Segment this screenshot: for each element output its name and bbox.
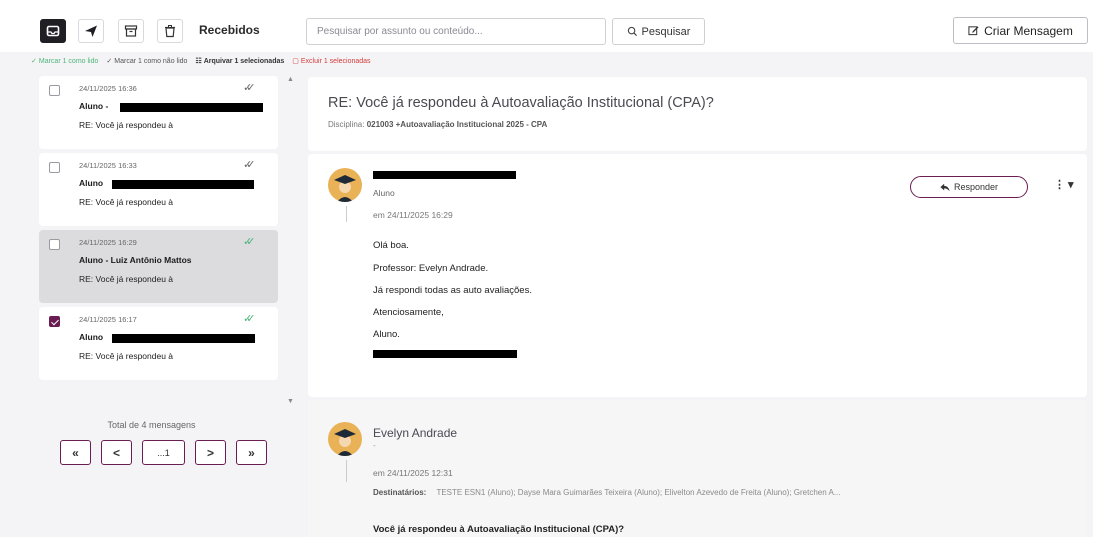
archive-icon — [124, 25, 138, 37]
recipients: Destinatários: TESTE ESN1 (Aluno); Dayse… — [373, 488, 840, 497]
check-icon: ✓ — [31, 58, 37, 65]
message-header: RE: Você já respondeu à Autoavaliação In… — [308, 77, 1087, 151]
trash-icon: ▢ — [292, 58, 299, 65]
search-icon — [627, 26, 637, 37]
recipients-label: Destinatários: — [373, 488, 427, 497]
read-ticks-icon: ✓✓ — [243, 159, 256, 171]
reply-button[interactable]: Responder — [910, 176, 1028, 198]
message-time: em 24/11/2025 16:29 — [373, 210, 453, 220]
body-line: Já respondi todas as auto avaliações. — [373, 285, 532, 296]
reply-label: Responder — [953, 182, 999, 192]
message-date: 24/11/2025 16:33 — [79, 161, 137, 170]
body-line: Olá boa. — [373, 240, 409, 251]
last-page-button[interactable]: » — [236, 440, 267, 465]
message-item-selected[interactable]: 24/11/2025 16:29 ✓✓ Aluno - Luiz Antônio… — [39, 230, 278, 303]
recipients-list: TESTE ESN1 (Aluno); Dayse Mara Guimarães… — [436, 488, 841, 497]
original-question: Você já respondeu à Autoavaliação Instit… — [373, 524, 625, 535]
message-checkbox[interactable] — [49, 85, 60, 96]
discipline: Disciplina: 021003 +Autoavaliação Instit… — [328, 120, 547, 129]
check-icon: ✓ — [106, 58, 113, 65]
message-checkbox-checked[interactable] — [49, 316, 60, 327]
trash-icon — [165, 25, 175, 38]
search-button-label: Pesquisar — [641, 25, 691, 38]
pagination: « < ...1 > » — [60, 440, 267, 465]
sent-button[interactable] — [78, 19, 104, 43]
message-subject: RE: Você já respondeu à — [79, 197, 174, 207]
previous-message-panel: Evelyn Andrade - em 24/11/2025 12:31 Des… — [308, 400, 1087, 537]
total-messages: Total de 4 mensagens — [107, 420, 196, 430]
message-sender: Aluno - — [79, 101, 109, 111]
message-checkbox[interactable] — [49, 239, 60, 250]
create-message-label: Criar Mensagem — [984, 23, 1073, 38]
message-date: 24/11/2025 16:36 — [79, 84, 137, 93]
redacted-name — [120, 103, 263, 112]
page-number-button[interactable]: ...1 — [142, 440, 185, 465]
message-sender: Aluno — [79, 178, 104, 188]
message-item[interactable]: 24/11/2025 16:33 ✓✓ Aluno RE: Você já re… — [39, 153, 278, 226]
reply-icon — [940, 183, 950, 191]
mark-read-action[interactable]: ✓ Marcar 1 como lido — [31, 57, 98, 66]
mark-unread-action[interactable]: ✓ Marcar 1 como não lido — [106, 57, 187, 66]
message-date: 24/11/2025 16:17 — [79, 315, 137, 324]
graduate-avatar-icon — [334, 175, 356, 202]
search-button[interactable]: Pesquisar — [612, 18, 705, 45]
redacted-sender — [373, 171, 516, 179]
message-item[interactable]: 24/11/2025 16:17 ✓✓ Aluno RE: Você já re… — [39, 307, 278, 380]
read-ticks-icon: ✓✓ — [243, 313, 256, 325]
scroll-up-arrow[interactable]: ▲ — [287, 76, 294, 83]
message-date: 24/11/2025 16:29 — [79, 238, 137, 247]
discipline-label: Disciplina: — [328, 120, 365, 129]
message-item[interactable]: 24/11/2025 16:36 ✓✓ Aluno - RE: Você já … — [39, 76, 278, 149]
redacted-signature — [373, 350, 517, 358]
discipline-value: 021003 +Autoavaliação Institucional 2025… — [366, 120, 548, 129]
first-page-button[interactable]: « — [60, 440, 91, 465]
next-page-button[interactable]: > — [195, 440, 226, 465]
message-subject: RE: Você já respondeu à — [79, 351, 174, 361]
message-checkbox[interactable] — [49, 162, 60, 173]
trash-button[interactable] — [157, 19, 183, 43]
thread-line — [346, 206, 347, 222]
redacted-name — [112, 334, 255, 343]
sender-name: Evelyn Andrade — [373, 426, 458, 440]
read-ticks-icon: ✓✓ — [243, 82, 256, 94]
message-sender: Aluno - Luiz Antônio Mattos — [79, 255, 192, 265]
edit-icon — [968, 26, 979, 36]
send-icon — [85, 25, 97, 37]
search-input[interactable] — [306, 18, 606, 45]
message-list: 24/11/2025 16:36 ✓✓ Aluno - RE: Você já … — [39, 76, 279, 384]
message-body-panel: Aluno em 24/11/2025 16:29 Olá boa. Profe… — [308, 154, 1087, 397]
create-message-button[interactable]: Criar Mensagem — [953, 17, 1088, 44]
more-options-icon[interactable]: ⋮ ▾ — [1054, 178, 1074, 191]
body-line: Aluno. — [373, 329, 400, 340]
bulk-actions: ✓ Marcar 1 como lido ✓ Marcar 1 como não l… — [31, 55, 371, 67]
redacted-name — [112, 180, 254, 189]
message-subject: RE: Você já respondeu à — [79, 120, 174, 130]
inbox-button[interactable] — [40, 19, 66, 43]
message-sender: Aluno — [79, 332, 104, 342]
archive-action[interactable]: ☷ Arquivar 1 selecionadas — [195, 57, 284, 66]
archive-icon: ☷ — [195, 58, 202, 65]
read-ticks-icon: ✓✓ — [243, 236, 256, 248]
prev-page-button[interactable]: < — [101, 440, 132, 465]
sender-sub: - — [373, 441, 376, 450]
archive-button[interactable] — [118, 19, 144, 43]
avatar — [328, 422, 362, 456]
body-line: Professor: Evelyn Andrade. — [373, 263, 489, 274]
sender-role: Aluno — [373, 188, 395, 198]
graduate-avatar-icon — [334, 429, 356, 456]
message-title: RE: Você já respondeu à Autoavaliação In… — [328, 95, 714, 111]
thread-line — [346, 460, 347, 482]
folder-title: Recebidos — [199, 23, 260, 37]
delete-action[interactable]: ▢ Excluir 1 selecionadas — [292, 57, 370, 66]
inbox-icon — [46, 25, 60, 37]
avatar — [328, 168, 362, 202]
message-time: em 24/11/2025 12:31 — [373, 468, 453, 478]
scroll-down-arrow[interactable]: ▼ — [287, 398, 294, 405]
body-line: Atenciosamente, — [373, 307, 444, 318]
message-subject: RE: Você já respondeu à — [79, 274, 174, 284]
toolbar: Recebidos Pesquisar Criar Mensagem — [0, 0, 1093, 52]
